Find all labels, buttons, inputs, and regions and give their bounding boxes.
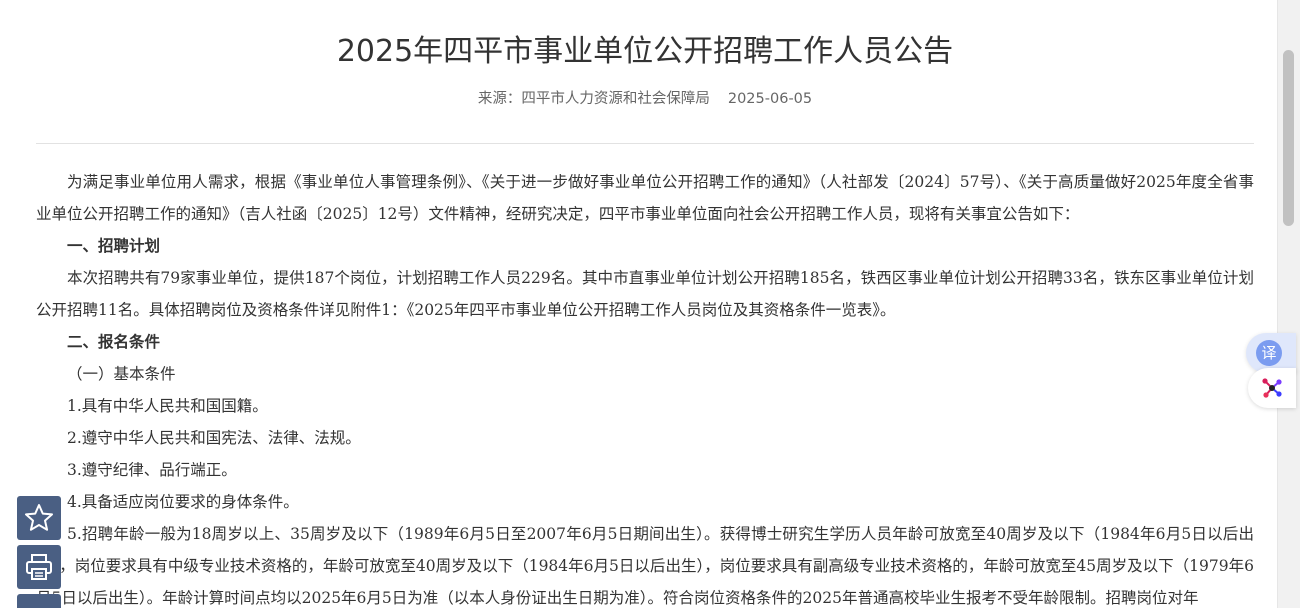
title-divider xyxy=(36,143,1254,144)
plan-paragraph: 本次招聘共有79家事业单位，提供187个岗位，计划招聘工作人员229名。其中市直… xyxy=(36,269,1254,319)
translate-icon: 译 xyxy=(1256,340,1282,366)
intro-paragraph: 为满足事业单位用人需求，根据《事业单位人事管理条例》、《关于进一步做好事业单位公… xyxy=(36,173,1254,223)
article-body: 为满足事业单位用人需求，根据《事业单位人事管理条例》、《关于进一步做好事业单位公… xyxy=(36,166,1254,608)
scrollbar-thumb[interactable] xyxy=(1283,50,1294,226)
subsection-basic-conditions: （一）基本条件 xyxy=(67,365,176,383)
ai-assistant-button[interactable] xyxy=(1248,368,1296,408)
star-icon xyxy=(25,504,53,531)
ai-assistant-icon xyxy=(1262,378,1282,398)
section-heading-conditions: 二、报名条件 xyxy=(67,333,161,351)
print-button[interactable] xyxy=(17,545,61,589)
favorite-button[interactable] xyxy=(17,496,61,540)
article-source: 来源：四平市人力资源和社会保障局 xyxy=(477,91,710,107)
condition-item-3: 3.遵守纪律、品行端正。 xyxy=(67,461,237,479)
condition-item-2: 2.遵守中华人民共和国宪法、法律、法规。 xyxy=(67,429,361,447)
condition-item-1: 1.具有中华人民共和国国籍。 xyxy=(67,397,268,415)
condition-item-5: 5.招聘年龄一般为18周岁以上、35周岁及以下（1989年6月5日至2007年6… xyxy=(36,525,1254,607)
condition-item-4: 4.具备适应岗位要求的身体条件。 xyxy=(67,493,299,511)
section-heading-plan: 一、招聘计划 xyxy=(67,237,161,255)
vertical-scrollbar[interactable] xyxy=(1277,0,1300,608)
article-date: 2025-06-05 xyxy=(727,91,813,107)
page: 2025年四平市事业单位公开招聘工作人员公告 来源：四平市人力资源和社会保障局 2… xyxy=(0,0,1300,608)
article-title: 2025年四平市事业单位公开招聘工作人员公告 xyxy=(336,34,954,70)
article-meta: 来源：四平市人力资源和社会保障局 2025-06-05 xyxy=(36,88,1254,110)
more-tools-button[interactable] xyxy=(17,594,61,608)
translate-button[interactable]: 译 xyxy=(1246,333,1296,373)
printer-icon xyxy=(26,554,52,580)
